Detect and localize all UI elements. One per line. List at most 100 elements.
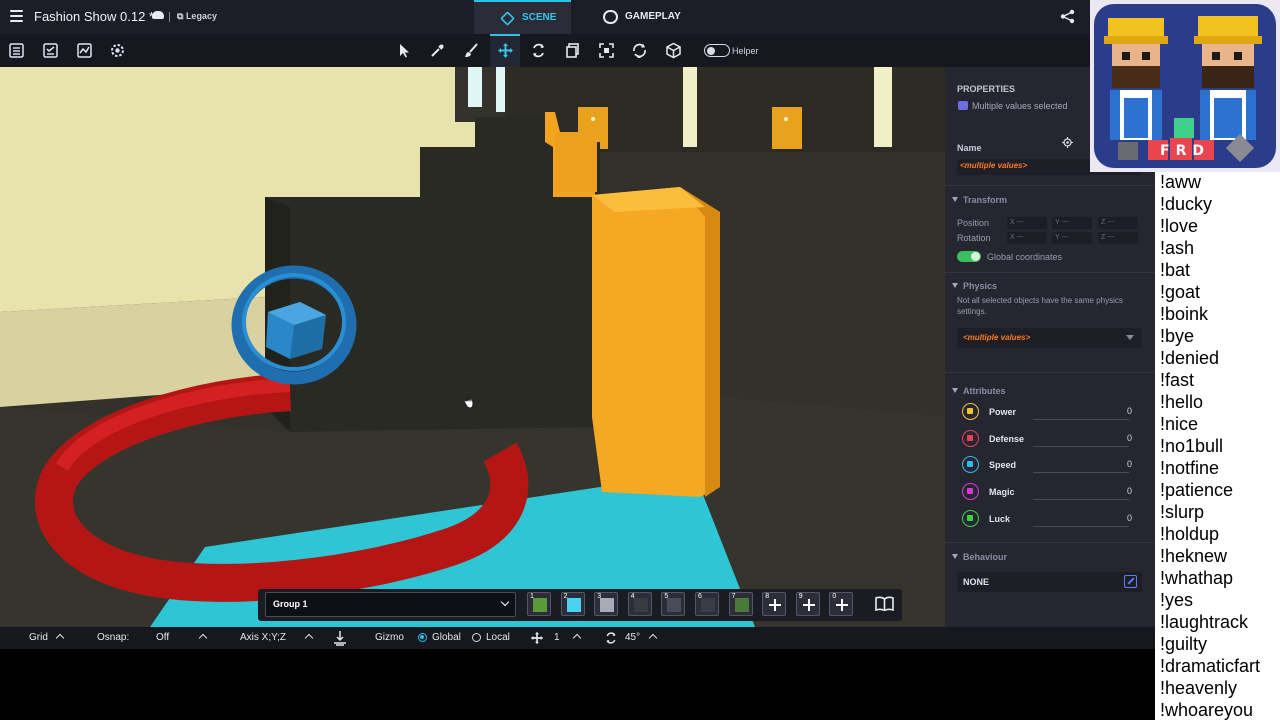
duplicate-icon[interactable]: [564, 42, 581, 59]
axis-caret-icon[interactable]: [304, 633, 314, 643]
properties-header: PROPERTIES: [957, 84, 1016, 94]
physics-select[interactable]: <multiple values>: [957, 328, 1142, 348]
physics-section-header[interactable]: Physics: [952, 281, 997, 291]
chart-icon[interactable]: [76, 42, 93, 59]
behaviour-select[interactable]: NONE: [957, 572, 1142, 592]
attribute-value[interactable]: 0: [1127, 433, 1132, 443]
select-arrow-icon[interactable]: [396, 42, 413, 59]
osnap-value[interactable]: Off: [156, 632, 169, 643]
attribute-slider[interactable]: [1033, 499, 1129, 501]
hotbar-slot-0[interactable]: 0: [829, 592, 854, 616]
chat-message: !patience: [1160, 480, 1234, 500]
attribute-slider[interactable]: [1033, 419, 1129, 420]
gamepad-icon: [603, 10, 618, 24]
refresh-camera-icon[interactable]: [631, 42, 648, 59]
position-x-input[interactable]: X ---: [1007, 217, 1047, 229]
webcam-logo-text: FRD: [1160, 143, 1210, 159]
chat-message: !heknew: [1160, 546, 1228, 566]
shield-icon: [962, 429, 979, 447]
angle-value[interactable]: 45°: [625, 632, 640, 643]
step-value[interactable]: 1: [554, 632, 560, 643]
hamburger-menu-icon[interactable]: [10, 10, 23, 22]
hotbar-slot-9[interactable]: 9: [795, 592, 820, 616]
block-swatch-icon: [533, 598, 547, 612]
attribute-value[interactable]: 0: [1127, 459, 1132, 469]
hotbar-slot-1[interactable]: 1: [527, 592, 551, 616]
hotbar-slot-4[interactable]: 4: [627, 592, 652, 616]
focus-icon[interactable]: [598, 42, 615, 59]
position-y-input[interactable]: Y ---: [1052, 217, 1092, 229]
settings-gear-icon[interactable]: [109, 42, 126, 59]
attribute-label: Power: [989, 407, 1017, 417]
legacy-badge-label: Legacy: [185, 11, 217, 21]
chat-message: !hello: [1160, 392, 1204, 412]
list-icon[interactable]: [8, 42, 25, 59]
step-caret-icon[interactable]: [572, 633, 582, 643]
transform-section-header[interactable]: Transform: [952, 195, 1007, 205]
plus-icon-bar: [769, 604, 782, 606]
name-label: Name: [957, 143, 982, 153]
global-radio[interactable]: [418, 633, 427, 642]
move-step-icon: [530, 631, 544, 645]
chat-message: !yes: [1160, 590, 1194, 610]
attribute-slider[interactable]: [1033, 445, 1129, 447]
block-swatch-icon: [566, 598, 581, 612]
edit-icon[interactable]: [1124, 575, 1137, 588]
snap-floor-icon[interactable]: [332, 630, 348, 646]
global-coordinates-toggle[interactable]: [957, 251, 981, 262]
group-select[interactable]: Group 1: [265, 592, 516, 617]
divider: [945, 272, 1155, 273]
chat-message: !guilty: [1160, 634, 1208, 654]
behaviour-section-header[interactable]: Behaviour: [952, 552, 1007, 562]
tab-scene[interactable]: SCENE: [474, 0, 571, 34]
speed-icon: [962, 456, 979, 474]
rotation-y-input[interactable]: Y ---: [1052, 232, 1092, 244]
brush-icon[interactable]: [463, 42, 480, 59]
book-icon[interactable]: [875, 596, 894, 611]
chevron-down-icon: [500, 597, 510, 607]
osnap-caret-icon[interactable]: [198, 633, 208, 643]
move-gizmo-icon[interactable]: [497, 42, 514, 59]
local-radio[interactable]: [472, 633, 481, 642]
cube-icon[interactable]: [665, 42, 682, 59]
attribute-value[interactable]: 0: [1127, 486, 1132, 496]
chat-message: !laughtrack: [1160, 612, 1249, 632]
scene-viewport[interactable]: [0, 67, 945, 627]
grid-caret-icon[interactable]: [55, 633, 65, 643]
helper-toggle[interactable]: [704, 44, 730, 57]
hand-cursor-icon: [463, 394, 474, 409]
rotate-icon[interactable]: [530, 42, 547, 59]
multi-select-icon: [958, 101, 968, 110]
hotbar-slot-3[interactable]: 3: [594, 592, 619, 616]
rotation-z-input[interactable]: Z ---: [1098, 232, 1138, 244]
target-icon[interactable]: [1062, 137, 1073, 148]
hotbar-slot-7[interactable]: 7: [728, 592, 753, 616]
clover-icon: [962, 509, 979, 527]
scene-render[interactable]: [0, 67, 945, 627]
checklist-icon[interactable]: [42, 42, 59, 59]
attribute-value[interactable]: 0: [1127, 406, 1132, 416]
attribute-slider[interactable]: [1033, 472, 1129, 474]
rotation-x-input[interactable]: X ---: [1007, 232, 1047, 244]
attributes-section-header[interactable]: Attributes: [952, 386, 1006, 396]
position-z-input[interactable]: Z ---: [1098, 217, 1138, 229]
hotbar-slot-2[interactable]: 2: [560, 592, 585, 616]
hotbar-slot-5[interactable]: 5: [661, 592, 686, 616]
attribute-value[interactable]: 0: [1127, 513, 1132, 523]
attribute-slider[interactable]: [1033, 525, 1129, 527]
group-select-label: Group 1: [273, 599, 308, 609]
attribute-label: Speed: [989, 460, 1017, 471]
legacy-badge[interactable]: ⧉ Legacy: [177, 11, 217, 22]
physics-note: Not all selected objects have the same p…: [957, 296, 1123, 316]
angle-caret-icon[interactable]: [648, 633, 658, 643]
hotbar-slot-6[interactable]: 6: [695, 592, 719, 616]
block-swatch-icon: [667, 598, 682, 612]
share-icon[interactable]: [1060, 9, 1075, 24]
hotbar-slot-8[interactable]: 8: [762, 592, 787, 616]
magic-icon-glyph: [967, 488, 973, 495]
chat-message: !nice: [1160, 414, 1199, 434]
hotbar-slot-number: 9: [798, 593, 803, 600]
multi-select-status: Multiple values selected: [958, 101, 1068, 111]
chat-message: !fast: [1160, 370, 1195, 390]
eyedropper-icon[interactable]: [429, 42, 446, 59]
